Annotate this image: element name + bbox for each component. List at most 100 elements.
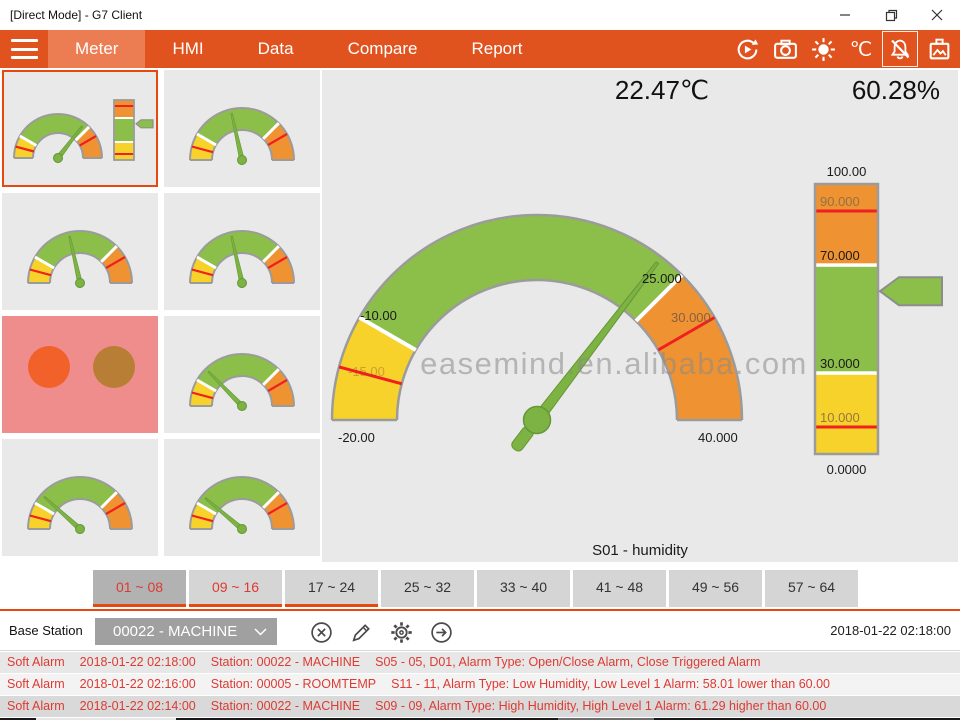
gauge-label-low_band_label: -10.00 [360,308,397,323]
mini-gauge [164,90,320,166]
gauge-band-green [360,215,683,350]
camera-icon[interactable] [768,32,802,66]
meter-tile-s02[interactable] [164,70,320,187]
mini-gauge [164,336,320,412]
page-tab-49-56[interactable]: 49 ~ 56 [669,570,762,607]
nav-icons: ℃ [726,30,956,68]
alarm-list: Soft Alarm2018-01-22 02:18:00Station: 00… [0,652,960,718]
edit-icon[interactable] [348,619,374,645]
meter-tile-s06[interactable] [164,316,320,433]
page-tab-33-40[interactable]: 33 ~ 40 [477,570,570,607]
mini-gauge [164,213,320,289]
nav-tab-compare[interactable]: Compare [321,30,445,68]
alarm-station: Station: 00022 - MACHINE [211,696,360,717]
window-controls [822,0,960,30]
bar-max-label: 100.00 [827,164,867,179]
mini-gauge [4,92,160,168]
alarm-time: 2018-01-22 02:16:00 [80,674,196,695]
minimize-icon [839,9,851,21]
export-icon[interactable] [428,619,454,645]
meter-detail-panel: 22.47℃ 60.28% easemind.en.alibaba.com-20… [322,70,958,562]
page-tab-41-48[interactable]: 41 ~ 48 [573,570,666,607]
alarm-station: Station: 00022 - MACHINE [211,652,360,673]
alarm-message: S09 - 09, Alarm Type: High Humidity, Hig… [375,696,826,717]
bar-label-70: 70.000 [820,248,860,263]
divider [0,650,960,651]
dismiss-icon[interactable] [308,619,334,645]
main-gauge: easemind.en.alibaba.com -20.00 -10.00 -15.0… [322,70,958,562]
menu-icon[interactable] [11,39,38,59]
current-time: 2018-01-22 02:18:00 [830,612,951,650]
station-toolbar [308,619,454,645]
gauge-label-high_alarm_label: 30.000 [671,310,711,325]
snapshot-gallery-icon[interactable] [922,32,956,66]
meter-tile-s05[interactable] [2,316,158,433]
bar-band-orange [114,100,134,118]
alarm-station: Station: 00005 - ROOMTEMP [211,674,376,695]
navbar: MeterHMIDataCompareReport ℃ [0,30,960,68]
alarm-mute-icon[interactable] [882,31,918,67]
page-tab-09-16[interactable]: 09 ~ 16 [189,570,282,607]
page-tab-17-24[interactable]: 17 ~ 24 [285,570,378,607]
mini-gauge [2,213,158,289]
gauge-label-low_alarm_label: -15.00 [348,364,385,379]
alarm-type: Soft Alarm [7,652,65,673]
gauge-label-max_label: 40.000 [698,430,738,445]
mini-gauge [164,459,320,535]
bar-band-yellow [114,142,134,160]
nav-tabs: MeterHMIDataCompareReport [48,30,550,68]
nav-tab-report[interactable]: Report [444,30,549,68]
meter-tile-s07[interactable] [2,439,158,556]
minimize-button[interactable] [822,0,868,30]
refresh-icon[interactable] [730,32,764,66]
meter-tile-s04[interactable] [164,193,320,310]
nav-tab-data[interactable]: Data [231,30,321,68]
alarm-row[interactable]: Soft Alarm2018-01-22 02:18:00Station: 00… [0,652,960,673]
titlebar: [Direct Mode] - G7 Client [0,0,960,30]
bar-band-green [114,118,134,142]
nav-tab-meter[interactable]: Meter [48,30,145,68]
selected-meter-title: S01 - humidity [322,542,958,559]
bar-label-90: 90.000 [820,194,860,209]
meter-tile-s08[interactable] [164,439,320,556]
gauge-label-high_band_label: 25.000 [642,271,682,286]
contact-indicator-d02 [93,346,135,388]
page-tab-01-08[interactable]: 01 ~ 08 [93,570,186,607]
bar-label-10: 10.000 [820,410,860,425]
alarm-type: Soft Alarm [7,696,65,717]
close-button[interactable] [914,0,960,30]
bar-min-label: 0.0000 [827,462,867,477]
temp-unit-toggle[interactable]: ℃ [844,32,878,66]
gauge-label-min_label: -20.00 [338,430,375,445]
alarm-time: 2018-01-22 02:14:00 [80,696,196,717]
base-station-label: Base Station [9,612,83,650]
alarm-row[interactable]: Soft Alarm 2018-01-22 02:14:00 Station: 00… [0,696,960,717]
window-title: [Direct Mode] - G7 Client [10,0,142,30]
mini-gauge [2,459,158,535]
meter-grid [2,70,320,562]
app-window: [Direct Mode] - G7 Client MeterHMIDataCo… [0,0,960,720]
close-icon [931,9,943,21]
divider-rule [0,609,960,611]
contact-indicator-d01 [28,346,70,388]
alarm-message: S05 - 05, D01, Alarm Type: Open/Close Al… [375,652,760,673]
page-tab-25-32[interactable]: 25 ~ 32 [381,570,474,607]
alarm-row[interactable]: Soft Alarm 2018-01-22 02:16:00 Station: 00… [0,674,960,695]
station-select-value: 00022 - MACHINE [95,623,254,640]
settings-icon[interactable] [388,619,414,645]
meter-tile-s01[interactable] [2,70,158,187]
meter-tile-s03[interactable] [2,193,158,310]
bar-pointer [136,120,153,128]
alarm-type: Soft Alarm [7,674,65,695]
station-select[interactable]: 00022 - MACHINE [95,618,277,645]
watermark: easemind.en.alibaba.com [420,346,808,381]
brightness-icon[interactable] [806,32,840,66]
nav-tab-hmi[interactable]: HMI [145,30,230,68]
restore-icon [885,9,898,22]
bar-pointer [880,277,942,305]
restore-button[interactable] [868,0,914,30]
page-tab-57-64[interactable]: 57 ~ 64 [765,570,858,607]
bar-label-30: 30.000 [820,356,860,371]
page-tabs: 01 ~ 0809 ~ 1617 ~ 2425 ~ 3233 ~ 4041 ~ … [93,570,858,607]
station-bar: Base Station 00022 - MACHINE 2018-01-22 … [0,612,960,650]
